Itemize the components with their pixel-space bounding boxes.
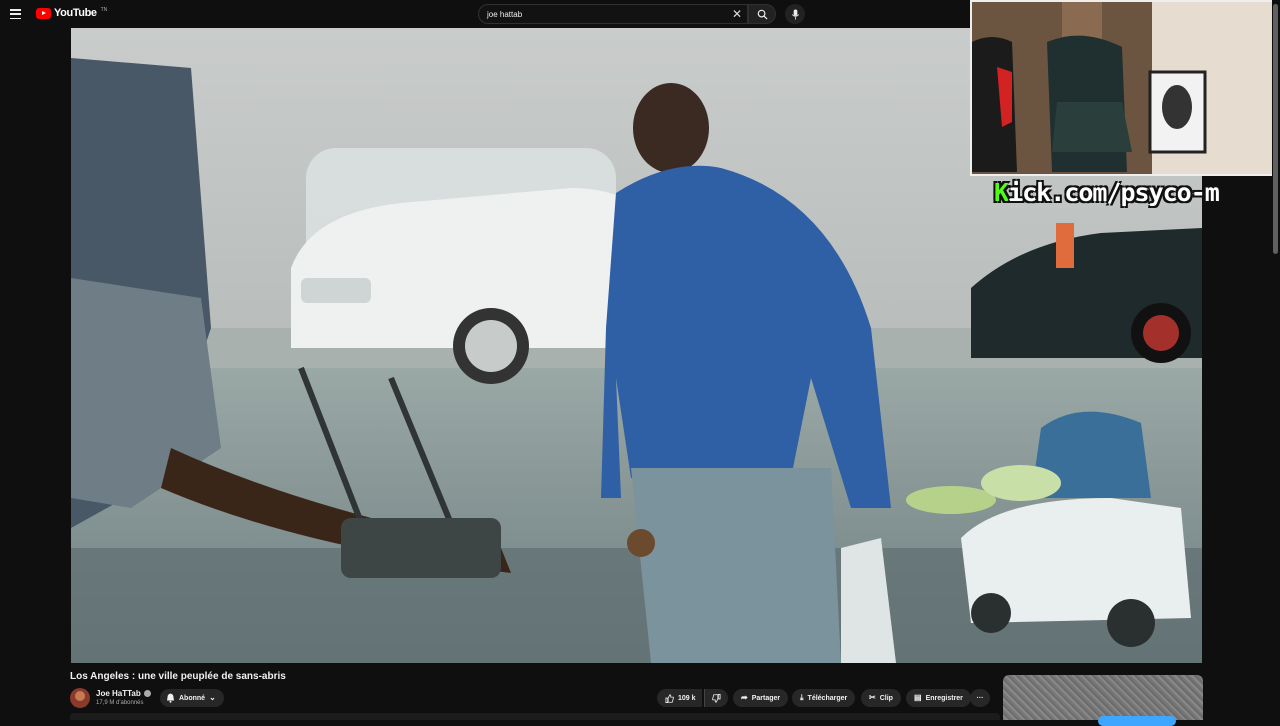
save-button[interactable]: ▤ Enregistrer: [906, 689, 971, 707]
webcam-frame: [972, 2, 1272, 174]
share-button[interactable]: ➦ Partager: [733, 689, 789, 707]
description-box[interactable]: [70, 713, 1000, 720]
more-icon: ···: [976, 694, 984, 702]
close-icon[interactable]: ✕: [730, 7, 744, 21]
thumbs-down-icon: [712, 693, 721, 703]
menu-icon[interactable]: [10, 7, 26, 21]
verified-icon: [143, 690, 151, 697]
more-actions-button[interactable]: ···: [970, 689, 990, 707]
search-button[interactable]: [748, 4, 776, 24]
download-label: Télécharger: [807, 694, 848, 702]
logo-country-code: TN: [100, 7, 108, 13]
dislike-button[interactable]: [704, 689, 728, 707]
youtube-play-icon: [36, 7, 51, 19]
kick-url-text: ick.com/psyco-m: [1008, 177, 1220, 207]
channel-name: Joe HaTTab: [96, 689, 141, 698]
youtube-logo[interactable]: YouTube TN: [36, 7, 107, 19]
channel-name-link[interactable]: Joe HaTTab: [96, 689, 151, 698]
channel-avatar[interactable]: [70, 688, 90, 708]
like-button[interactable]: 109 k: [657, 689, 702, 707]
search-query: joe hattab: [487, 9, 523, 19]
chevron-down-icon: ⌄: [209, 693, 216, 702]
save-playlist-icon: ▤: [914, 693, 922, 702]
scissors-icon: ✂: [869, 693, 876, 702]
share-arrow-icon: ➦: [741, 693, 748, 702]
search-icon: [757, 9, 768, 20]
bell-icon: [167, 693, 174, 703]
webcam-overlay: [970, 0, 1274, 176]
microphone-icon: [791, 8, 799, 20]
subscriber-count: 17,9 M d'abonnés: [96, 700, 144, 706]
kick-k-letter: K: [994, 177, 1009, 207]
sidebar-action-button[interactable]: [1098, 716, 1176, 726]
save-label: Enregistrer: [925, 694, 963, 702]
scrollbar-thumb[interactable]: [1273, 4, 1278, 254]
download-icon: ⤓: [800, 693, 804, 702]
clip-button[interactable]: ✂ Clip: [861, 689, 901, 707]
subscribed-label: Abonné: [179, 694, 206, 702]
video-title: Los Angeles : une ville peuplée de sans-…: [70, 671, 286, 682]
search-input[interactable]: joe hattab: [478, 4, 748, 24]
voice-search-button[interactable]: [785, 4, 805, 24]
like-count: 109 k: [678, 694, 696, 702]
download-button[interactable]: ⤓ Télécharger: [792, 689, 856, 707]
subscribed-button[interactable]: Abonné ⌄: [160, 689, 224, 707]
recommended-video-thumbnail[interactable]: [1003, 675, 1203, 720]
clip-label: Clip: [879, 694, 893, 702]
share-label: Partager: [751, 694, 781, 702]
logo-text: YouTube: [54, 7, 97, 19]
thumbs-up-icon: [665, 693, 674, 703]
kick-channel-watermark: Kick.com/psyco-m: [994, 176, 1274, 208]
